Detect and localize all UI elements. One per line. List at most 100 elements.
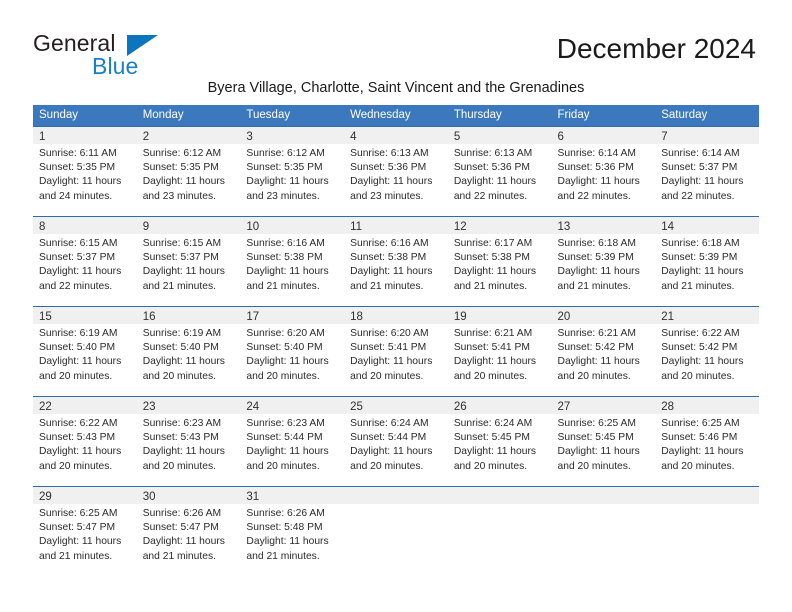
daylight-text-line2: and 21 minutes.	[453, 280, 528, 292]
day-cell[interactable]: 24 Sunrise: 6:23 AM Sunset: 5:44 PM Dayl…	[240, 397, 345, 486]
daylight-text-line2: and 20 minutes.	[39, 460, 113, 472]
day-details: Sunrise: 6:20 AM Sunset: 5:40 PM Dayligh…	[240, 324, 344, 384]
day-number-band: 22	[33, 397, 137, 414]
sunrise-text: Sunrise: 6:20 AM	[350, 328, 429, 339]
daylight-text-line2: and 20 minutes.	[142, 460, 216, 472]
day-cell[interactable]: 25 Sunrise: 6:24 AM Sunset: 5:44 PM Dayl…	[344, 397, 448, 486]
daylight-text-line2: and 22 minutes.	[453, 190, 528, 202]
day-cell[interactable]: 1 Sunrise: 6:11 AM Sunset: 5:35 PM Dayli…	[33, 127, 137, 216]
sunset-text: Sunset: 5:36 PM	[350, 162, 427, 174]
day-cell[interactable]: 3 Sunrise: 6:12 AM Sunset: 5:35 PM Dayli…	[240, 127, 345, 216]
sunrise-text: Sunrise: 6:19 AM	[142, 328, 222, 339]
sunset-text: Sunset: 5:37 PM	[142, 252, 219, 264]
day-number-band: 3	[240, 127, 345, 144]
sunrise-text: Sunrise: 6:18 AM	[661, 238, 740, 249]
daylight-text-line1: Daylight: 11 hours	[661, 446, 744, 458]
day-cell[interactable]: 30 Sunrise: 6:26 AM Sunset: 5:47 PM Dayl…	[136, 487, 241, 576]
day-number-band: 6	[551, 127, 656, 144]
day-number: 3	[246, 131, 253, 143]
day-number: 22	[39, 401, 52, 413]
sunrise-text: Sunrise: 6:11 AM	[39, 148, 117, 159]
page-subtitle: Byera Village, Charlotte, Saint Vincent …	[207, 80, 585, 96]
sunrise-text: Sunrise: 6:25 AM	[39, 508, 118, 519]
sunrise-text: Sunrise: 6:12 AM	[142, 148, 222, 159]
sunrise-text: Sunrise: 6:14 AM	[557, 148, 636, 159]
day-number-band: 5	[447, 127, 552, 144]
day-details: Sunrise: 6:19 AM Sunset: 5:40 PM Dayligh…	[33, 324, 137, 384]
day-details: Sunrise: 6:22 AM Sunset: 5:42 PM Dayligh…	[655, 324, 759, 384]
day-cell[interactable]: 4 Sunrise: 6:13 AM Sunset: 5:36 PM Dayli…	[344, 127, 448, 216]
day-number-band: 1	[33, 127, 137, 144]
sunset-text: Sunset: 5:40 PM	[142, 342, 219, 354]
day-number-band: 18	[344, 307, 448, 324]
day-number: 27	[557, 401, 571, 413]
day-cell[interactable]: 7 Sunrise: 6:14 AM Sunset: 5:37 PM Dayli…	[655, 127, 759, 216]
day-cell[interactable]: 6 Sunrise: 6:14 AM Sunset: 5:36 PM Dayli…	[551, 127, 656, 216]
day-details: Sunrise: 6:26 AM Sunset: 5:48 PM Dayligh…	[240, 504, 344, 564]
daylight-text-line1: Daylight: 11 hours	[142, 176, 225, 188]
day-cell[interactable]: 16 Sunrise: 6:19 AM Sunset: 5:40 PM Dayl…	[136, 307, 241, 396]
sunset-text: Sunset: 5:38 PM	[246, 252, 323, 264]
sunset-text: Sunset: 5:37 PM	[661, 162, 738, 174]
day-number: 31	[246, 491, 260, 503]
daylight-text-line2: and 20 minutes.	[557, 370, 631, 382]
day-cell[interactable]: 31 Sunrise: 6:26 AM Sunset: 5:48 PM Dayl…	[240, 487, 345, 576]
day-cell[interactable]: 13 Sunrise: 6:18 AM Sunset: 5:39 PM Dayl…	[551, 217, 656, 306]
day-number: 21	[661, 311, 675, 323]
day-number-band: 29	[33, 487, 137, 504]
day-cell-empty	[344, 487, 448, 576]
day-details: Sunrise: 6:12 AM Sunset: 5:35 PM Dayligh…	[137, 144, 241, 204]
general-blue-logo[interactable]: General Blue	[33, 30, 223, 82]
daylight-text-line1: Daylight: 11 hours	[142, 446, 225, 458]
day-cell[interactable]: 11 Sunrise: 6:16 AM Sunset: 5:38 PM Dayl…	[344, 217, 448, 306]
day-details: Sunrise: 6:23 AM Sunset: 5:44 PM Dayligh…	[240, 414, 344, 474]
sunrise-text: Sunrise: 6:17 AM	[453, 238, 533, 249]
day-details: Sunrise: 6:25 AM Sunset: 5:47 PM Dayligh…	[33, 504, 137, 564]
daylight-text-line1: Daylight: 11 hours	[142, 266, 225, 278]
day-number: 6	[557, 131, 564, 143]
day-cell[interactable]: 27 Sunrise: 6:25 AM Sunset: 5:45 PM Dayl…	[551, 397, 656, 486]
daylight-text-line2: and 20 minutes.	[453, 460, 528, 472]
sunset-text: Sunset: 5:37 PM	[39, 252, 116, 264]
week-row: 1 Sunrise: 6:11 AM Sunset: 5:35 PM Dayli…	[33, 126, 759, 216]
day-number-band: 2	[136, 127, 241, 144]
daylight-text-line2: and 20 minutes.	[350, 460, 424, 472]
day-cell[interactable]: 17 Sunrise: 6:20 AM Sunset: 5:40 PM Dayl…	[240, 307, 345, 396]
daylight-text-line1: Daylight: 11 hours	[39, 356, 122, 368]
day-cell[interactable]: 8 Sunrise: 6:15 AM Sunset: 5:37 PM Dayli…	[33, 217, 137, 306]
day-cell[interactable]: 19 Sunrise: 6:21 AM Sunset: 5:41 PM Dayl…	[447, 307, 552, 396]
day-cell[interactable]: 2 Sunrise: 6:12 AM Sunset: 5:35 PM Dayli…	[136, 127, 241, 216]
day-cell[interactable]: 15 Sunrise: 6:19 AM Sunset: 5:40 PM Dayl…	[33, 307, 137, 396]
daylight-text-line1: Daylight: 11 hours	[39, 176, 122, 188]
day-cell[interactable]: 23 Sunrise: 6:23 AM Sunset: 5:43 PM Dayl…	[136, 397, 241, 486]
day-cell[interactable]: 22 Sunrise: 6:22 AM Sunset: 5:43 PM Dayl…	[33, 397, 137, 486]
daylight-text-line2: and 21 minutes.	[661, 280, 735, 292]
day-number: 25	[350, 401, 363, 413]
day-cell[interactable]: 26 Sunrise: 6:24 AM Sunset: 5:45 PM Dayl…	[447, 397, 552, 486]
day-number: 17	[246, 311, 260, 323]
weekday-header-wednesday: Wednesday	[350, 109, 411, 121]
day-cell[interactable]: 5 Sunrise: 6:13 AM Sunset: 5:36 PM Dayli…	[447, 127, 552, 216]
sunrise-text: Sunrise: 6:21 AM	[453, 328, 533, 339]
day-cell[interactable]: 20 Sunrise: 6:21 AM Sunset: 5:42 PM Dayl…	[551, 307, 656, 396]
daylight-text-line2: and 21 minutes.	[142, 280, 216, 292]
day-number-band: 23	[136, 397, 241, 414]
daylight-text-line2: and 22 minutes.	[557, 190, 631, 202]
day-number-band: 16	[136, 307, 241, 324]
daylight-text-line1: Daylight: 11 hours	[39, 266, 122, 278]
day-cell[interactable]: 10 Sunrise: 6:16 AM Sunset: 5:38 PM Dayl…	[240, 217, 345, 306]
daylight-text-line2: and 20 minutes.	[350, 370, 424, 382]
day-cell[interactable]: 29 Sunrise: 6:25 AM Sunset: 5:47 PM Dayl…	[33, 487, 137, 576]
day-cell[interactable]: 21 Sunrise: 6:22 AM Sunset: 5:42 PM Dayl…	[655, 307, 759, 396]
day-cell[interactable]: 9 Sunrise: 6:15 AM Sunset: 5:37 PM Dayli…	[136, 217, 241, 306]
sunset-text: Sunset: 5:46 PM	[661, 432, 738, 444]
daylight-text-line2: and 21 minutes.	[39, 550, 113, 562]
day-cell[interactable]: 18 Sunrise: 6:20 AM Sunset: 5:41 PM Dayl…	[344, 307, 448, 396]
weekday-header-monday: Monday	[142, 109, 184, 121]
day-cell[interactable]: 12 Sunrise: 6:17 AM Sunset: 5:38 PM Dayl…	[447, 217, 552, 306]
daylight-text-line1: Daylight: 11 hours	[453, 446, 537, 458]
day-cell[interactable]: 14 Sunrise: 6:18 AM Sunset: 5:39 PM Dayl…	[655, 217, 759, 306]
day-cell[interactable]: 28 Sunrise: 6:25 AM Sunset: 5:46 PM Dayl…	[655, 397, 759, 486]
daylight-text-line1: Daylight: 11 hours	[557, 446, 640, 458]
day-number: 5	[453, 131, 461, 143]
